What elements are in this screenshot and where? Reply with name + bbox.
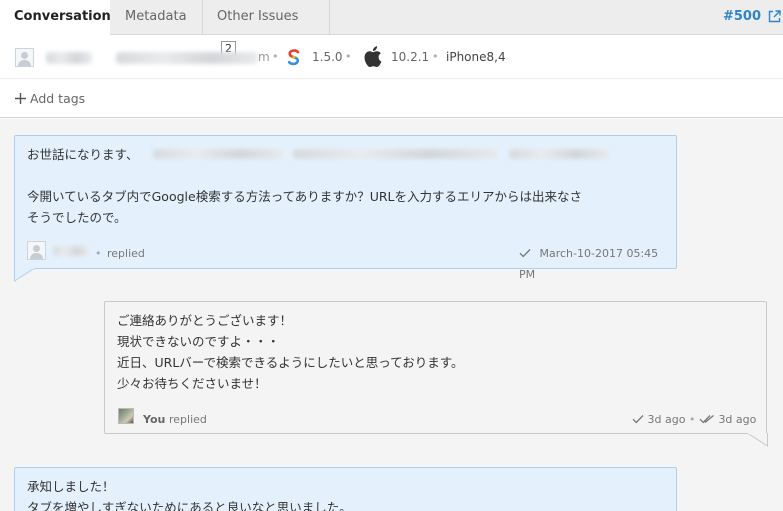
user-name-redacted: [46, 52, 92, 64]
bubble-tail: [14, 268, 35, 282]
message-line: 承知しました！: [27, 479, 115, 494]
issue-number-link[interactable]: #500: [723, 0, 761, 34]
tab-metadata[interactable]: Metadata: [111, 0, 203, 35]
sdk-version: 1.5.0: [312, 50, 343, 64]
separator-dot: •: [272, 50, 279, 63]
separator-dot: •: [432, 50, 439, 63]
message-line: ご連絡ありがとうございます！: [117, 313, 293, 328]
message-line: タブを増やしすぎないためにあると良いなと思いました。: [27, 500, 352, 511]
separator-dot: •: [95, 247, 102, 260]
plus-icon: [15, 93, 26, 104]
add-tags-label: Add tags: [30, 91, 86, 106]
redacted-text: [509, 149, 609, 159]
bubble-tail: [747, 433, 768, 447]
tab-conversation[interactable]: Conversation: [0, 0, 111, 36]
user-email-fragment: m: [258, 50, 270, 64]
agent-avatar: [118, 408, 134, 424]
external-link-icon[interactable]: [768, 10, 781, 23]
agent-name: You: [143, 413, 166, 426]
message-bubble-agent: ご連絡ありがとうございます！ 現状できないのですよ・・・ 近日、URLバーで検索…: [104, 301, 767, 434]
read-time: 3d ago: [718, 413, 757, 426]
message-status: 3d ago • 3d ago: [632, 409, 756, 430]
message-bubble-customer: 承知しました！ タブを増やしすぎないためにあると良いなと思いました。: [14, 467, 677, 511]
conversation-thread[interactable]: お世話になります、 今開いているタブ内でGoogle検索する方法ってありますか？…: [0, 119, 783, 511]
separator-dot: •: [688, 413, 699, 426]
apple-icon: [364, 46, 382, 67]
message-bubble-customer: お世話になります、 今開いているタブ内でGoogle検索する方法ってありますか？…: [14, 135, 677, 281]
tab-bar: Conversation Metadata Other Issues2 #500: [0, 0, 783, 57]
message-line: 今開いているタブ内でGoogle検索する方法ってありますか？URLを入力するエリ…: [27, 189, 583, 204]
separator-dot: •: [345, 50, 352, 63]
message-body: ご連絡ありがとうございます！ 現状できないのですよ・・・ 近日、URLバーで検索…: [117, 310, 464, 394]
tags-row: Add tags: [0, 80, 783, 118]
message-timestamp: March-10-2017 05:45 PM: [519, 247, 659, 281]
reply-action: replied: [169, 413, 207, 426]
check-icon: [632, 415, 644, 424]
redacted-text: [293, 149, 498, 159]
message-line: 少々お待ちくださいませ！: [117, 376, 267, 391]
customer-avatar-placeholder-icon: [27, 241, 46, 260]
sent-time: 3d ago: [647, 413, 686, 426]
check-icon: [519, 249, 531, 258]
customer-name-redacted: [53, 246, 89, 256]
message-greeting: お世話になります、: [27, 147, 139, 162]
user-avatar-placeholder-icon: [15, 48, 34, 67]
device-model: iPhone8,4: [446, 50, 506, 64]
add-tags-button[interactable]: Add tags: [15, 91, 85, 106]
message-body: 承知しました！ タブを増やしすぎないためにあると良いなと思いました。: [27, 476, 352, 511]
tab-other-issues-label: Other Issues: [217, 9, 299, 24]
redacted-text: [153, 149, 283, 159]
os-version: 10.2.1: [391, 50, 430, 64]
message-line: 現状できないのですよ・・・: [117, 334, 280, 349]
message-line: 近日、URLバーで検索できるようにしたいと思っております。: [117, 355, 464, 370]
s-logo-icon: [287, 49, 300, 66]
message-line: そうでしたので。: [27, 210, 127, 225]
message-status: March-10-2017 05:45 PM: [519, 243, 676, 285]
double-check-icon: [699, 414, 714, 424]
user-email-redacted: [116, 52, 258, 64]
reply-action: replied: [107, 247, 145, 260]
tab-other-issues[interactable]: Other Issues2: [203, 0, 330, 57]
user-info-row: m • 1.5.0 • 10.2.1 • iPhone8,4: [0, 35, 783, 79]
